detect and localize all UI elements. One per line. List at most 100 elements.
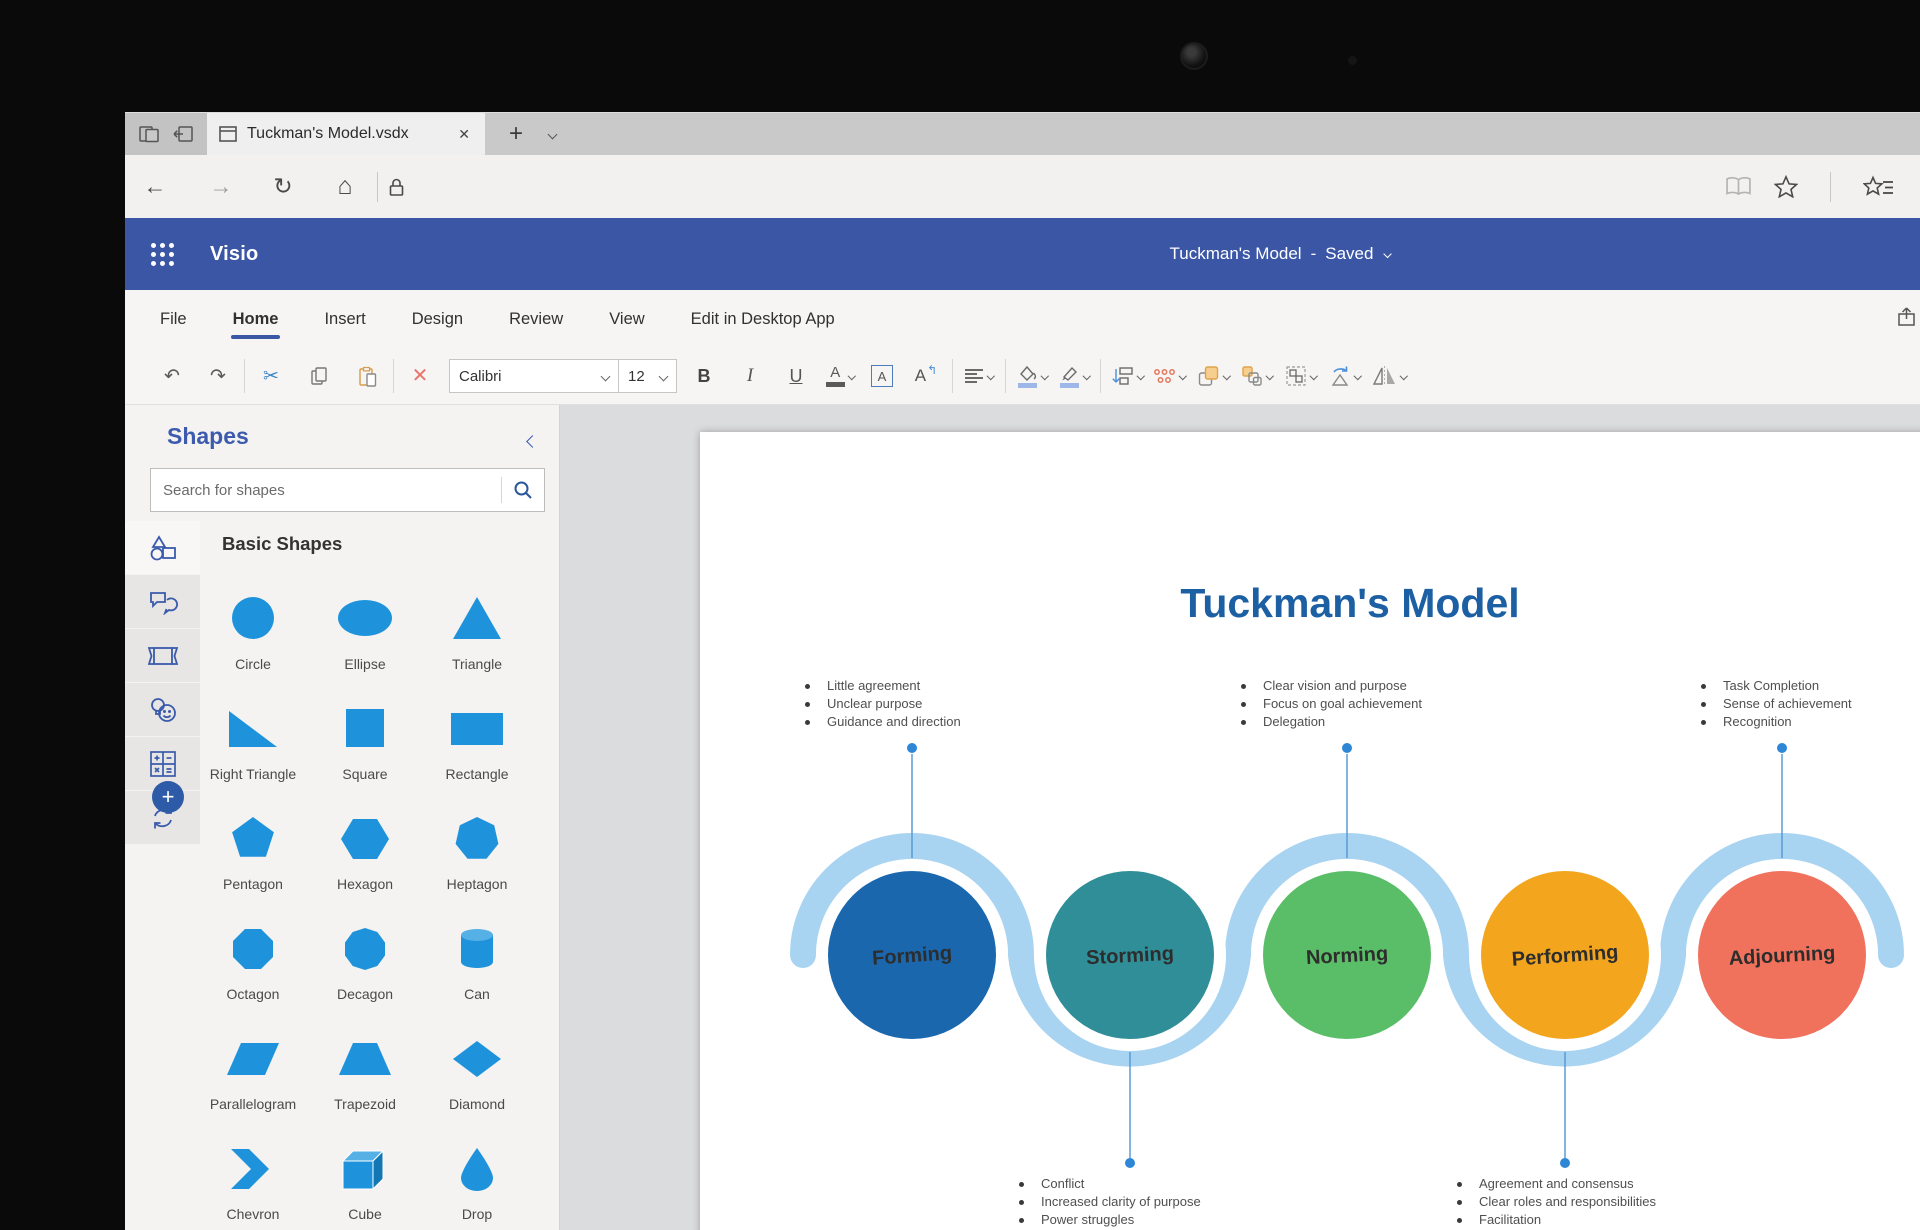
shape-can[interactable]: Can xyxy=(421,912,533,1022)
stage-label-norming: Norming xyxy=(1305,943,1388,969)
shapes-panel-title: Shapes xyxy=(167,423,249,450)
shape-ellipse[interactable]: Ellipse xyxy=(309,582,421,692)
tab-actions xyxy=(125,113,207,155)
shape-heptagon[interactable]: Heptagon xyxy=(421,802,533,912)
group-button[interactable] xyxy=(1284,357,1318,395)
shape-square[interactable]: Square xyxy=(309,692,421,802)
ribbon-toolbar: ↶ ↷ ✂ ✕ Calibri 12 B I U A A A↰ xyxy=(125,348,1920,405)
annotation-performing: Agreement and consensus Clear roles and … xyxy=(1452,1176,1656,1230)
shape-circle[interactable]: Circle xyxy=(197,582,309,692)
save-status: Saved xyxy=(1325,244,1373,264)
drawing-page[interactable]: Tuckman's Model xyxy=(700,432,1920,1230)
browser-tab-bar: Tuckman's Model.vsdx ✕ + xyxy=(125,112,1920,155)
connector-spacing-button[interactable] xyxy=(1152,357,1186,395)
position-button[interactable] xyxy=(1110,357,1144,395)
undo-button[interactable]: ↶ xyxy=(155,357,189,395)
tab-home[interactable]: Home xyxy=(233,290,279,348)
tab-insert[interactable]: Insert xyxy=(324,290,365,348)
nav-right-separator xyxy=(1830,172,1831,202)
collapse-panel-icon[interactable] xyxy=(528,433,537,451)
shape-rectangle[interactable]: Rectangle xyxy=(421,692,533,802)
shape-octagon[interactable]: Octagon xyxy=(197,912,309,1022)
shape-hexagon[interactable]: Hexagon xyxy=(309,802,421,912)
shape-diamond[interactable]: Diamond xyxy=(421,1022,533,1132)
stencil-basic-shapes[interactable] xyxy=(125,521,200,574)
app-name: Visio xyxy=(210,243,258,266)
stencil-ideas[interactable] xyxy=(125,683,200,736)
ambient-sensor xyxy=(1348,56,1357,65)
stage-label-storming: Storming xyxy=(1086,943,1175,970)
favorites-hub-icon[interactable] xyxy=(1863,175,1894,199)
fill-color-button[interactable] xyxy=(1015,357,1049,395)
address-separator xyxy=(377,172,378,202)
shape-right-triangle[interactable]: Right Triangle xyxy=(197,692,309,802)
tab-review[interactable]: Review xyxy=(509,290,563,348)
forward-button[interactable]: → xyxy=(199,173,243,200)
delete-button[interactable]: ✕ xyxy=(403,357,437,395)
stencil-callouts[interactable] xyxy=(125,575,200,628)
stencil-section-title: Basic Shapes xyxy=(222,533,342,555)
favorite-star-icon[interactable] xyxy=(1774,175,1798,198)
annotation-norming: Clear vision and purpose Focus on goal a… xyxy=(1236,678,1422,732)
cut-button[interactable]: ✂ xyxy=(254,357,288,395)
browser-tab[interactable]: Tuckman's Model.vsdx ✕ xyxy=(207,113,485,155)
tab-view[interactable]: View xyxy=(609,290,644,348)
tab-edit-in-desktop-app[interactable]: Edit in Desktop App xyxy=(691,290,835,348)
tab-file[interactable]: File xyxy=(160,290,187,348)
font-color-button[interactable]: A xyxy=(823,357,857,395)
font-family-select[interactable]: Calibri xyxy=(449,359,619,393)
home-button[interactable]: ⌂ xyxy=(323,172,367,201)
shape-search-box xyxy=(150,468,545,512)
flip-button[interactable] xyxy=(1372,357,1407,395)
font-family-value: Calibri xyxy=(459,368,502,385)
reading-view-icon[interactable] xyxy=(1725,176,1752,197)
new-tab-button[interactable]: + xyxy=(509,122,523,146)
rotate-button[interactable] xyxy=(1328,357,1362,395)
underline-button[interactable]: U xyxy=(779,357,813,395)
set-tabs-aside-icon[interactable] xyxy=(173,126,193,142)
document-icon xyxy=(219,126,237,142)
tab-design[interactable]: Design xyxy=(412,290,463,348)
shape-pentagon[interactable]: Pentagon xyxy=(197,802,309,912)
shape-decagon[interactable]: Decagon xyxy=(309,912,421,1022)
shape-chevron[interactable]: Chevron xyxy=(197,1132,309,1230)
search-icon[interactable] xyxy=(502,480,544,500)
shape-search-input[interactable] xyxy=(151,482,501,499)
workspace: Shapes xyxy=(125,405,1920,1230)
text-block-button[interactable]: A xyxy=(865,357,899,395)
line-color-button[interactable] xyxy=(1057,357,1091,395)
copy-button[interactable] xyxy=(302,357,336,395)
bring-forward-button[interactable] xyxy=(1196,357,1230,395)
italic-button[interactable]: I xyxy=(733,357,767,395)
align-button[interactable] xyxy=(962,357,996,395)
office-app-bar: Visio Tuckman's Model - Saved xyxy=(125,218,1920,290)
tab-list-chevron-icon[interactable] xyxy=(548,129,558,139)
clear-formatting-button[interactable]: A↰ xyxy=(909,357,943,395)
share-icon[interactable] xyxy=(1896,306,1918,333)
shape-parallelogram[interactable]: Parallelogram xyxy=(197,1022,309,1132)
send-backward-button[interactable] xyxy=(1240,357,1274,395)
stencil-banners[interactable] xyxy=(125,629,200,682)
annotation-storming: Conflict Increased clarity of purpose Po… xyxy=(1014,1176,1201,1230)
app-launcher-icon[interactable] xyxy=(151,243,174,266)
shape-trapezoid[interactable]: Trapezoid xyxy=(309,1022,421,1132)
bold-button[interactable]: B xyxy=(687,357,721,395)
document-title-bar[interactable]: Tuckman's Model - Saved xyxy=(1170,244,1391,264)
ribbon-tab-bar: File Home Insert Design Review View Edit… xyxy=(125,290,1920,348)
tab-preview-icon[interactable] xyxy=(139,126,159,143)
shape-cube[interactable]: Cube xyxy=(309,1132,421,1230)
shape-triangle[interactable]: Triangle xyxy=(421,582,533,692)
redo-button[interactable]: ↷ xyxy=(201,357,235,395)
shape-grid: Circle Ellipse Triangle Right Triangle S… xyxy=(197,582,533,1230)
font-size-select[interactable]: 12 xyxy=(619,359,677,393)
back-button[interactable]: ← xyxy=(133,173,177,200)
shape-drop[interactable]: Drop xyxy=(421,1132,533,1230)
annotation-forming: Little agreement Unclear purpose Guidanc… xyxy=(800,678,961,732)
paste-button[interactable] xyxy=(350,357,384,395)
refresh-button[interactable]: ↻ xyxy=(261,173,305,200)
drawing-canvas[interactable]: Tuckman's Model xyxy=(560,405,1920,1230)
close-tab-icon[interactable]: ✕ xyxy=(455,126,473,143)
lock-icon xyxy=(388,177,405,197)
add-stencil-button[interactable]: + xyxy=(152,781,184,813)
stencil-strip xyxy=(125,521,200,1230)
